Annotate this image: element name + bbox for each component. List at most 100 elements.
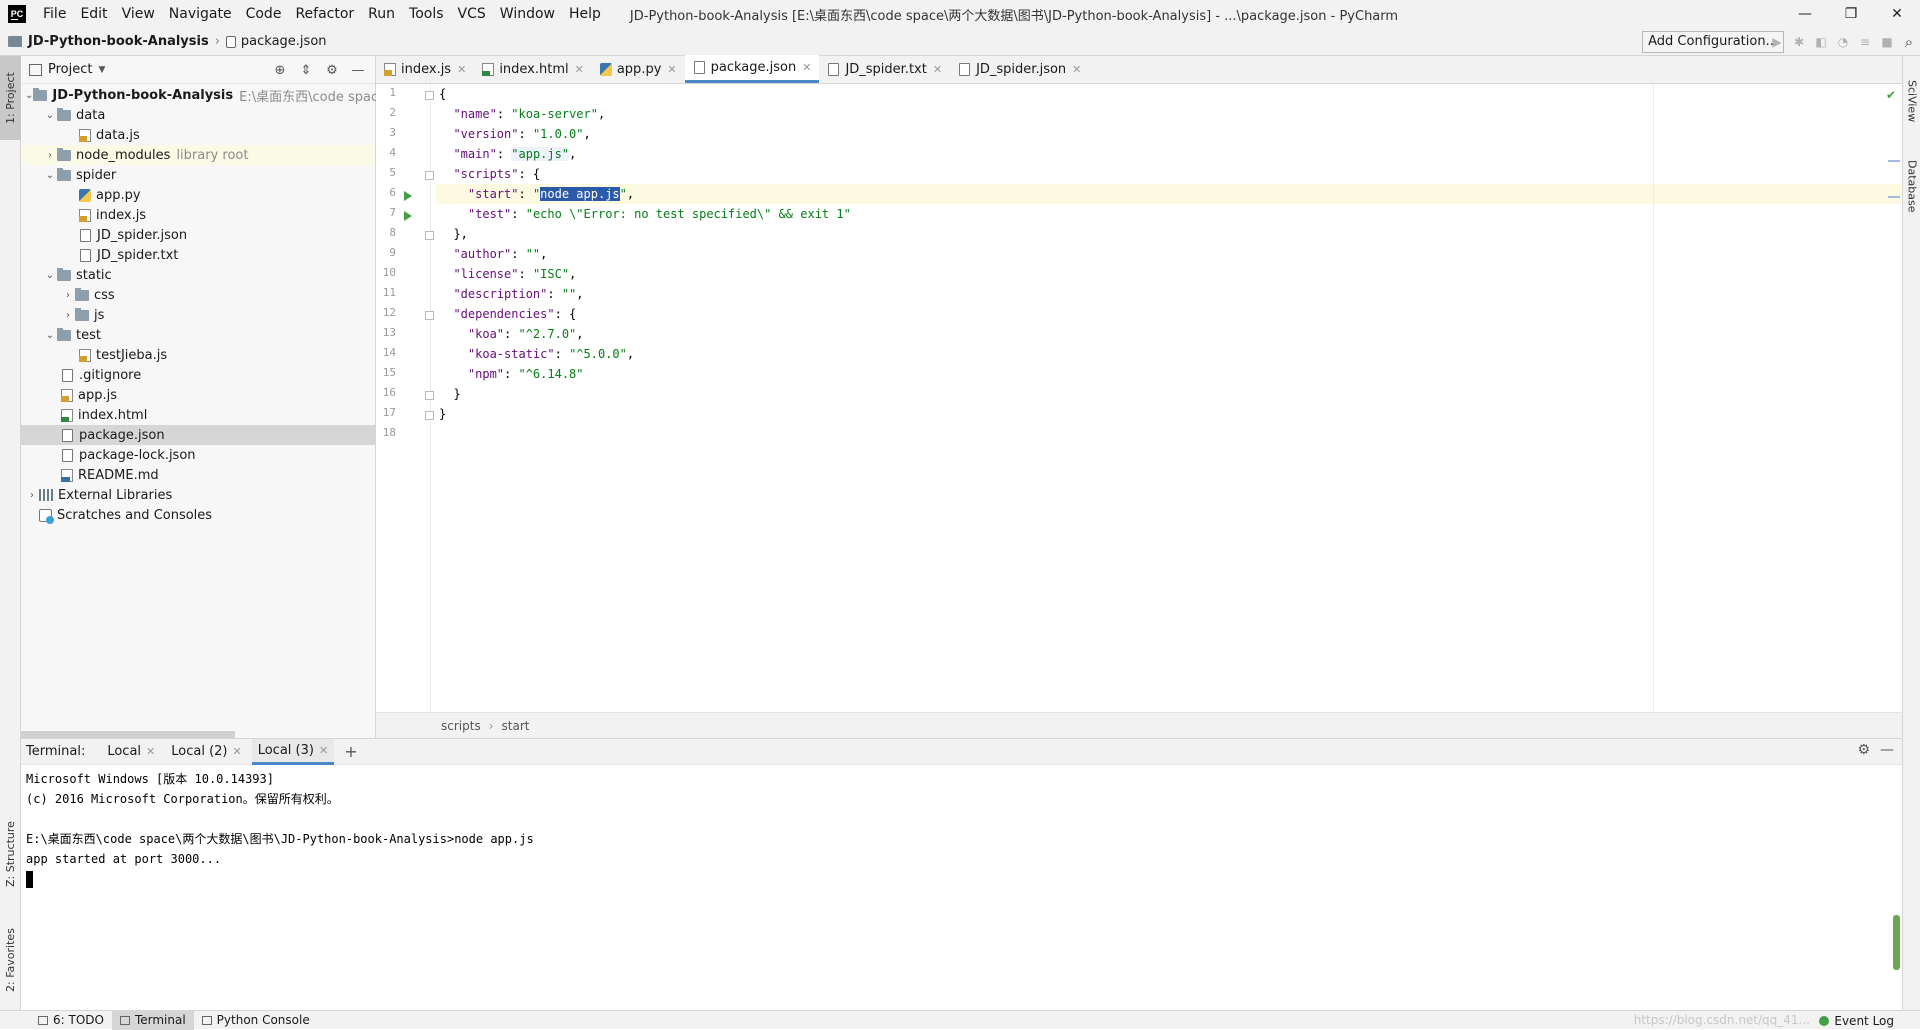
tab-jd-spider-json[interactable]: JD_spider.json ✕ (950, 55, 1089, 83)
tree-item-jd-spider-json[interactable]: JD_spider.json (21, 225, 375, 245)
tree-item-testjieba-js[interactable]: testJieba.js (21, 345, 375, 365)
close-icon[interactable]: ✕ (233, 745, 242, 758)
run-icon[interactable]: ▶ (1766, 35, 1788, 49)
profile-icon[interactable]: ◔ (1832, 35, 1854, 49)
menu-file[interactable]: File (36, 0, 73, 28)
run-script-icon[interactable] (404, 211, 412, 221)
scroll-marker[interactable] (1888, 160, 1900, 162)
fold-icon[interactable] (425, 411, 434, 420)
project-panel-title[interactable]: Project (48, 62, 92, 77)
tab-index-html[interactable]: index.html ✕ (474, 55, 592, 83)
locate-icon[interactable]: ⊕ (269, 60, 291, 80)
close-icon[interactable]: ✕ (667, 63, 676, 76)
tab-app-py[interactable]: app.py ✕ (592, 55, 685, 83)
nav-project-crumb[interactable]: JD-Python-book-Analysis (28, 34, 209, 49)
menu-edit[interactable]: Edit (73, 0, 114, 28)
tree-item-index-js[interactable]: index.js (21, 205, 375, 225)
tree-item-readme-md[interactable]: README.md (21, 465, 375, 485)
fold-icon[interactable] (425, 391, 434, 400)
horizontal-scrollbar[interactable] (21, 731, 235, 738)
fold-icon[interactable] (425, 171, 434, 180)
editor-gutter[interactable]: 1 2 3 4 5 6 7 8 9 10 11 12 13 14 15 16 1… (376, 84, 434, 712)
tree-item-static[interactable]: ⌄ static (21, 265, 375, 285)
terminal-tab-local-3[interactable]: Local (3) ✕ (251, 738, 335, 765)
tree-item-package-json[interactable]: package.json (21, 425, 375, 445)
tab-jd-spider-txt[interactable]: JD_spider.txt ✕ (819, 55, 950, 83)
tree-root[interactable]: ⌄ JD-Python-book-Analysis E:\桌面东西\code s… (21, 85, 403, 105)
menu-window[interactable]: Window (493, 0, 562, 28)
close-icon[interactable]: ✕ (457, 63, 466, 76)
close-icon[interactable]: ✕ (802, 61, 811, 74)
menu-refactor[interactable]: Refactor (288, 0, 361, 28)
terminal-tool-button[interactable]: Terminal (111, 1010, 194, 1030)
close-icon[interactable]: ✕ (146, 745, 155, 758)
tree-item-js[interactable]: › js (21, 305, 375, 325)
project-tool-button[interactable]: 1: Project (0, 56, 21, 140)
chevron-right-icon[interactable]: › (61, 310, 75, 321)
close-icon[interactable]: ✕ (1072, 63, 1081, 76)
nav-file-crumb[interactable]: package.json (241, 34, 327, 49)
tree-item-spider[interactable]: ⌄ spider (21, 165, 375, 185)
fold-icon[interactable] (425, 91, 434, 100)
run-script-icon[interactable] (404, 191, 412, 201)
chevron-right-icon[interactable]: › (25, 490, 39, 501)
tree-item-data[interactable]: ⌄ data (21, 105, 375, 125)
breadcrumb-scripts[interactable]: scripts (441, 719, 481, 733)
python-console-tool-button[interactable]: Python Console (194, 1011, 318, 1030)
tree-item-app-py[interactable]: app.py (21, 185, 375, 205)
add-configuration-button[interactable]: Add Configuration... (1642, 31, 1784, 53)
chevron-down-icon[interactable]: ⌄ (43, 170, 57, 181)
favorites-tool-button[interactable]: 2: Favorites (0, 914, 21, 1006)
terminal-tab-local[interactable]: Local ✕ (101, 739, 161, 765)
sciview-tool-button[interactable]: SciView (1903, 66, 1920, 136)
structure-tool-button[interactable]: Z: Structure (0, 814, 21, 894)
chevron-down-icon[interactable]: ⌄ (43, 110, 57, 121)
tree-item-css[interactable]: › css (21, 285, 375, 305)
close-icon[interactable]: ✕ (933, 63, 942, 76)
terminal-scrollbar[interactable] (1893, 915, 1900, 970)
tree-item-gitignore[interactable]: .gitignore (21, 365, 375, 385)
close-icon[interactable]: ✕ (575, 63, 584, 76)
chevron-right-icon[interactable]: › (61, 290, 75, 301)
menu-code[interactable]: Code (239, 0, 289, 28)
tree-item-data-js[interactable]: data.js (21, 125, 375, 145)
hide-panel-icon[interactable]: — (1880, 742, 1894, 758)
build-icon[interactable]: ≡ (1854, 35, 1876, 49)
fold-icon[interactable] (425, 311, 434, 320)
event-log-button[interactable]: Event Log (1819, 1011, 1894, 1030)
fold-icon[interactable] (425, 231, 434, 240)
menu-navigate[interactable]: Navigate (162, 0, 239, 28)
chevron-down-icon[interactable]: ⌄ (43, 330, 57, 341)
collapse-all-icon[interactable]: ⇕ (295, 60, 317, 80)
chevron-down-icon[interactable]: ⌄ (25, 90, 33, 101)
menu-tools[interactable]: Tools (402, 0, 451, 28)
restore-button[interactable]: ❐ (1828, 0, 1874, 28)
tab-package-json[interactable]: package.json ✕ (684, 55, 820, 83)
tree-item-index-html[interactable]: index.html (21, 405, 375, 425)
code-area[interactable]: { "name": "koa-server", "version": "1.0.… (436, 84, 1902, 712)
todo-tool-button[interactable]: 6: TODO (30, 1011, 112, 1030)
tree-item-jd-spider-txt[interactable]: JD_spider.txt (21, 245, 375, 265)
close-icon[interactable]: ✕ (319, 744, 328, 757)
inspection-ok-icon[interactable]: ✔ (1886, 88, 1896, 102)
tab-index-js[interactable]: index.js ✕ (376, 55, 474, 83)
tree-item-external-libraries[interactable]: › External Libraries (21, 485, 375, 505)
chevron-down-icon[interactable]: ⌄ (43, 270, 57, 281)
tree-item-package-lock-json[interactable]: package-lock.json (21, 445, 375, 465)
debug-icon[interactable]: ✱ (1788, 35, 1810, 49)
tree-item-scratches[interactable]: Scratches and Consoles (21, 505, 375, 525)
terminal-tab-local-2[interactable]: Local (2) ✕ (165, 739, 247, 765)
tree-item-node-modules[interactable]: › node_modules library root (21, 145, 375, 165)
database-tool-button[interactable]: Database (1903, 146, 1920, 226)
scroll-marker[interactable] (1888, 196, 1900, 198)
chevron-down-icon[interactable]: ▼ (98, 65, 105, 75)
chevron-right-icon[interactable]: › (43, 150, 57, 161)
tree-item-test[interactable]: ⌄ test (21, 325, 375, 345)
gear-icon[interactable]: ⚙ (1857, 742, 1870, 758)
menu-view[interactable]: View (115, 0, 162, 28)
search-icon[interactable]: ⌕ (1898, 33, 1920, 51)
breadcrumb-start[interactable]: start (502, 719, 530, 733)
menu-vcs[interactable]: VCS (451, 0, 493, 28)
gear-icon[interactable]: ⚙ (321, 60, 343, 80)
stop-icon[interactable]: ■ (1876, 35, 1898, 49)
